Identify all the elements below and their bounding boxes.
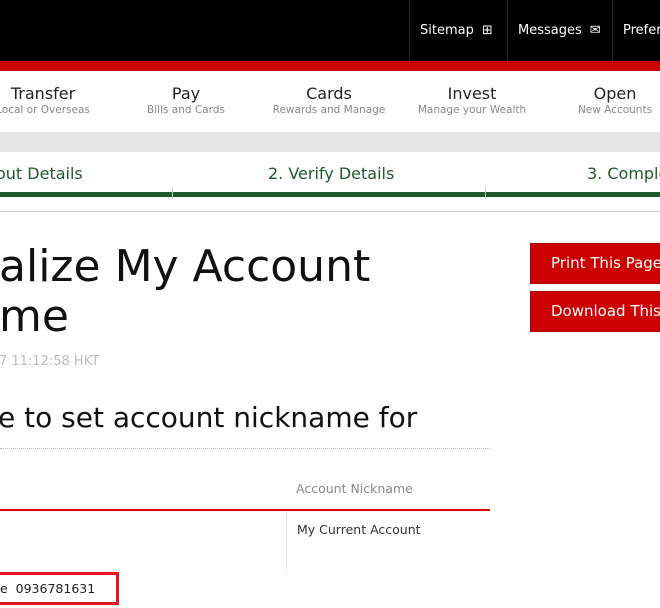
red-divider xyxy=(0,61,660,71)
nav-sublabel: Bills and Cards xyxy=(147,104,225,116)
download-button[interactable]: Download This xyxy=(530,291,660,332)
timestamp: 7 11:12:58 HKT xyxy=(0,354,100,369)
divider xyxy=(0,211,660,212)
nav-invest[interactable]: Invest Manage your Wealth xyxy=(392,84,552,117)
nav-sublabel: New Accounts xyxy=(577,104,653,116)
nav-pay[interactable]: Pay Bills and Cards xyxy=(106,84,266,117)
nav-label: Pay xyxy=(171,84,201,103)
dotted-divider xyxy=(0,448,490,449)
nickname-value: My Current Account xyxy=(297,522,421,537)
column-divider xyxy=(286,512,287,572)
nav-sublabel: Local or Overseas xyxy=(0,104,90,116)
preferences-label: Prefere xyxy=(623,23,660,38)
nav-sublabel: Rewards and Manage xyxy=(272,104,386,116)
nav-label: Transfer xyxy=(10,84,76,103)
step-divider xyxy=(172,187,173,199)
nav-transfer[interactable]: Transfer Local or Overseas xyxy=(0,84,123,117)
nav-label: Cards xyxy=(306,84,352,103)
account-label: e xyxy=(0,581,8,596)
step-divider xyxy=(485,187,486,199)
sitemap-label: Sitemap xyxy=(420,23,474,38)
nav-label: Open xyxy=(593,84,637,103)
sitemap-icon: ⊞ xyxy=(481,23,493,38)
top-bar: Sitemap ⊞ Messages ✉ Prefere xyxy=(0,0,660,61)
account-number: 0936781631 xyxy=(15,581,96,596)
step-1: out Details xyxy=(0,164,83,183)
texture-band xyxy=(0,132,660,152)
print-page-button[interactable]: Print This Page xyxy=(530,243,660,284)
messages-label: Messages xyxy=(518,23,582,38)
preferences-link[interactable]: Prefere xyxy=(612,0,660,61)
nav-open[interactable]: Open New Accounts xyxy=(535,84,660,117)
messages-link[interactable]: Messages ✉ xyxy=(507,0,612,61)
table-header-rule xyxy=(0,509,490,511)
nav-label: Invest xyxy=(447,84,497,103)
sitemap-link[interactable]: Sitemap ⊞ xyxy=(409,0,507,61)
nav-sublabel: Manage your Wealth xyxy=(417,104,527,116)
step-progress-bar xyxy=(0,192,660,197)
nav-cards[interactable]: Cards Rewards and Manage xyxy=(249,84,409,117)
main-nav: Transfer Local or Overseas Pay Bills and C… xyxy=(0,71,660,132)
subheading: e to set account nickname for xyxy=(0,401,418,434)
column-header-nickname: Account Nickname xyxy=(296,481,413,496)
page-title-line1: alize My Account xyxy=(0,241,371,292)
envelope-icon: ✉ xyxy=(589,23,601,38)
step-3: 3. Comple xyxy=(587,164,660,183)
step-2: 2. Verify Details xyxy=(268,164,395,183)
page-title-line2: me xyxy=(0,291,69,342)
highlighted-account-number: e 0936781631 xyxy=(0,572,119,605)
